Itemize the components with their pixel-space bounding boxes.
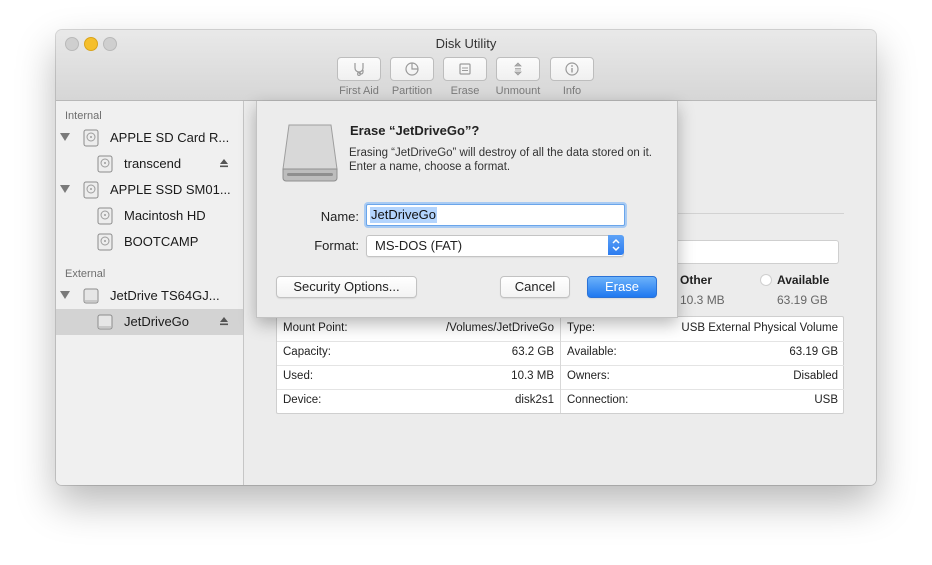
name-label: Name: [320, 209, 359, 224]
info-row-device: Device: disk2s1 [277, 389, 560, 413]
toolbar-info[interactable]: Info [542, 57, 602, 97]
info-row-available: Available: 63.19 GB [561, 341, 844, 366]
available-legend-label: Available [777, 273, 830, 287]
info-key: Used: [283, 370, 314, 382]
select-arrows-icon[interactable] [608, 235, 624, 255]
name-field-selected-text: JetDriveGo [370, 207, 438, 223]
volume-disk-icon [97, 233, 113, 251]
info-value: USB [814, 394, 838, 406]
sidebar-item-label: BOOTCAMP [124, 234, 199, 249]
external-disk-icon [83, 288, 99, 304]
erase-button[interactable]: Erase [587, 276, 657, 298]
sidebar-item-apple-sd-card[interactable]: APPLE SD Card R... [56, 125, 243, 151]
info-value: Disabled [793, 370, 838, 382]
info-column-right: Type: USB External Physical Volume Avail… [560, 317, 844, 413]
unmount-button[interactable] [496, 57, 540, 81]
erase-toolbar-button[interactable] [443, 57, 487, 81]
available-legend-value: 63.19 GB [777, 293, 828, 307]
toolbar-first-aid[interactable]: First Aid [329, 57, 389, 97]
info-row-used: Used: 10.3 MB [277, 365, 560, 390]
info-key: Connection: [567, 394, 629, 406]
info-key: Available: [567, 346, 617, 358]
sidebar-item-apple-ssd[interactable]: APPLE SSD SM01... [56, 177, 243, 203]
erase-dialog: Erase “JetDriveGo”? Erasing “JetDriveGo”… [256, 101, 678, 318]
sidebar-item-label: APPLE SD Card R... [110, 130, 230, 145]
erase-toolbar-label: Erase [450, 85, 480, 97]
first-aid-label: First Aid [339, 85, 379, 97]
eject-icon[interactable] [219, 316, 229, 326]
sidebar-item-transcend[interactable]: transcend [56, 151, 243, 177]
window-title: Disk Utility [435, 36, 497, 51]
disclosure-triangle-icon[interactable] [60, 291, 70, 299]
partition-button[interactable] [390, 57, 434, 81]
info-key: Device: [283, 394, 322, 406]
volume-disk-icon [97, 207, 113, 225]
info-value: /Volumes/JetDriveGo [445, 322, 554, 334]
info-label: Info [562, 85, 582, 97]
partition-label: Partition [391, 85, 433, 97]
pie-chart-icon [405, 62, 419, 76]
sidebar-item-bootcamp[interactable]: BOOTCAMP [56, 229, 243, 255]
other-legend-label: Other [680, 273, 713, 287]
info-value: USB External Physical Volume [681, 322, 838, 334]
sidebar-item-label: transcend [124, 156, 182, 171]
info-row-mount-point: Mount Point: /Volumes/JetDriveGo [277, 317, 560, 342]
sidebar-item-label: APPLE SSD SM01... [110, 182, 231, 197]
internal-disk-icon [83, 129, 99, 147]
disclosure-triangle-icon[interactable] [60, 185, 70, 193]
sidebar-item-label: JetDriveGo [124, 314, 190, 329]
info-value: 10.3 MB [511, 370, 554, 382]
info-value: disk2s1 [515, 394, 554, 406]
format-label: Format: [314, 238, 359, 253]
info-button[interactable] [550, 57, 594, 81]
volume-disk-icon [97, 155, 113, 173]
sidebar-item-jetdrivego[interactable]: JetDriveGo [56, 309, 243, 335]
sidebar-item-jetdrive[interactable]: JetDrive TS64GJ... [56, 283, 243, 309]
internal-section-heading: Internal [65, 110, 102, 122]
sidebar-item-label: JetDrive TS64GJ... [110, 288, 220, 303]
info-row-owners: Owners: Disabled [561, 365, 844, 390]
usage-bar [676, 240, 839, 264]
info-row-connection: Connection: USB [561, 389, 844, 413]
info-column-left: Mount Point: /Volumes/JetDriveGo Capacit… [277, 317, 560, 413]
erase-icon [459, 63, 471, 75]
volume-info-table: Mount Point: /Volumes/JetDriveGo Capacit… [276, 316, 844, 414]
stethoscope-icon [354, 63, 364, 76]
external-drive-icon [282, 124, 338, 182]
info-key: Owners: [567, 370, 610, 382]
dialog-message: Erasing “JetDriveGo” will destroy of all… [349, 147, 652, 173]
format-selected-value: MS-DOS (FAT) [375, 238, 463, 253]
info-key: Capacity: [283, 346, 331, 358]
external-section-heading: External [65, 268, 106, 280]
internal-disk-icon [83, 181, 99, 199]
disclosure-triangle-icon[interactable] [60, 133, 70, 141]
eject-icon[interactable] [219, 158, 229, 168]
title-bar: Disk Utility First Aid Partition Erase U… [56, 30, 876, 101]
toolbar-erase[interactable]: Erase [435, 57, 495, 97]
external-volume-icon [97, 314, 113, 330]
first-aid-button[interactable] [337, 57, 381, 81]
sidebar-item-macintosh-hd[interactable]: Macintosh HD [56, 203, 243, 229]
other-legend-value: 10.3 MB [680, 293, 725, 307]
info-value: 63.19 GB [789, 346, 838, 358]
sidebar-item-label: Macintosh HD [124, 208, 206, 223]
info-row-type: Type: USB External Physical Volume [561, 317, 844, 342]
info-key: Type: [567, 322, 596, 334]
sidebar: Internal APPLE SD Card R... transcend AP… [56, 101, 244, 485]
info-key: Mount Point: [283, 322, 348, 334]
info-row-capacity: Capacity: 63.2 GB [277, 341, 560, 366]
format-select[interactable]: MS-DOS (FAT) [366, 235, 624, 257]
security-options-button[interactable]: Security Options... [276, 276, 417, 298]
name-field[interactable]: JetDriveGo [366, 204, 625, 226]
info-value: 63.2 GB [511, 346, 554, 358]
toolbar-partition[interactable]: Partition [382, 57, 442, 97]
toolbar-unmount[interactable]: Unmount [488, 57, 548, 97]
unmount-label: Unmount [495, 85, 541, 97]
cancel-button[interactable]: Cancel [500, 276, 570, 298]
available-legend-swatch [760, 274, 772, 286]
unmount-icon [514, 62, 522, 76]
dialog-title: Erase “JetDriveGo”? [350, 123, 480, 138]
info-icon [565, 62, 579, 76]
